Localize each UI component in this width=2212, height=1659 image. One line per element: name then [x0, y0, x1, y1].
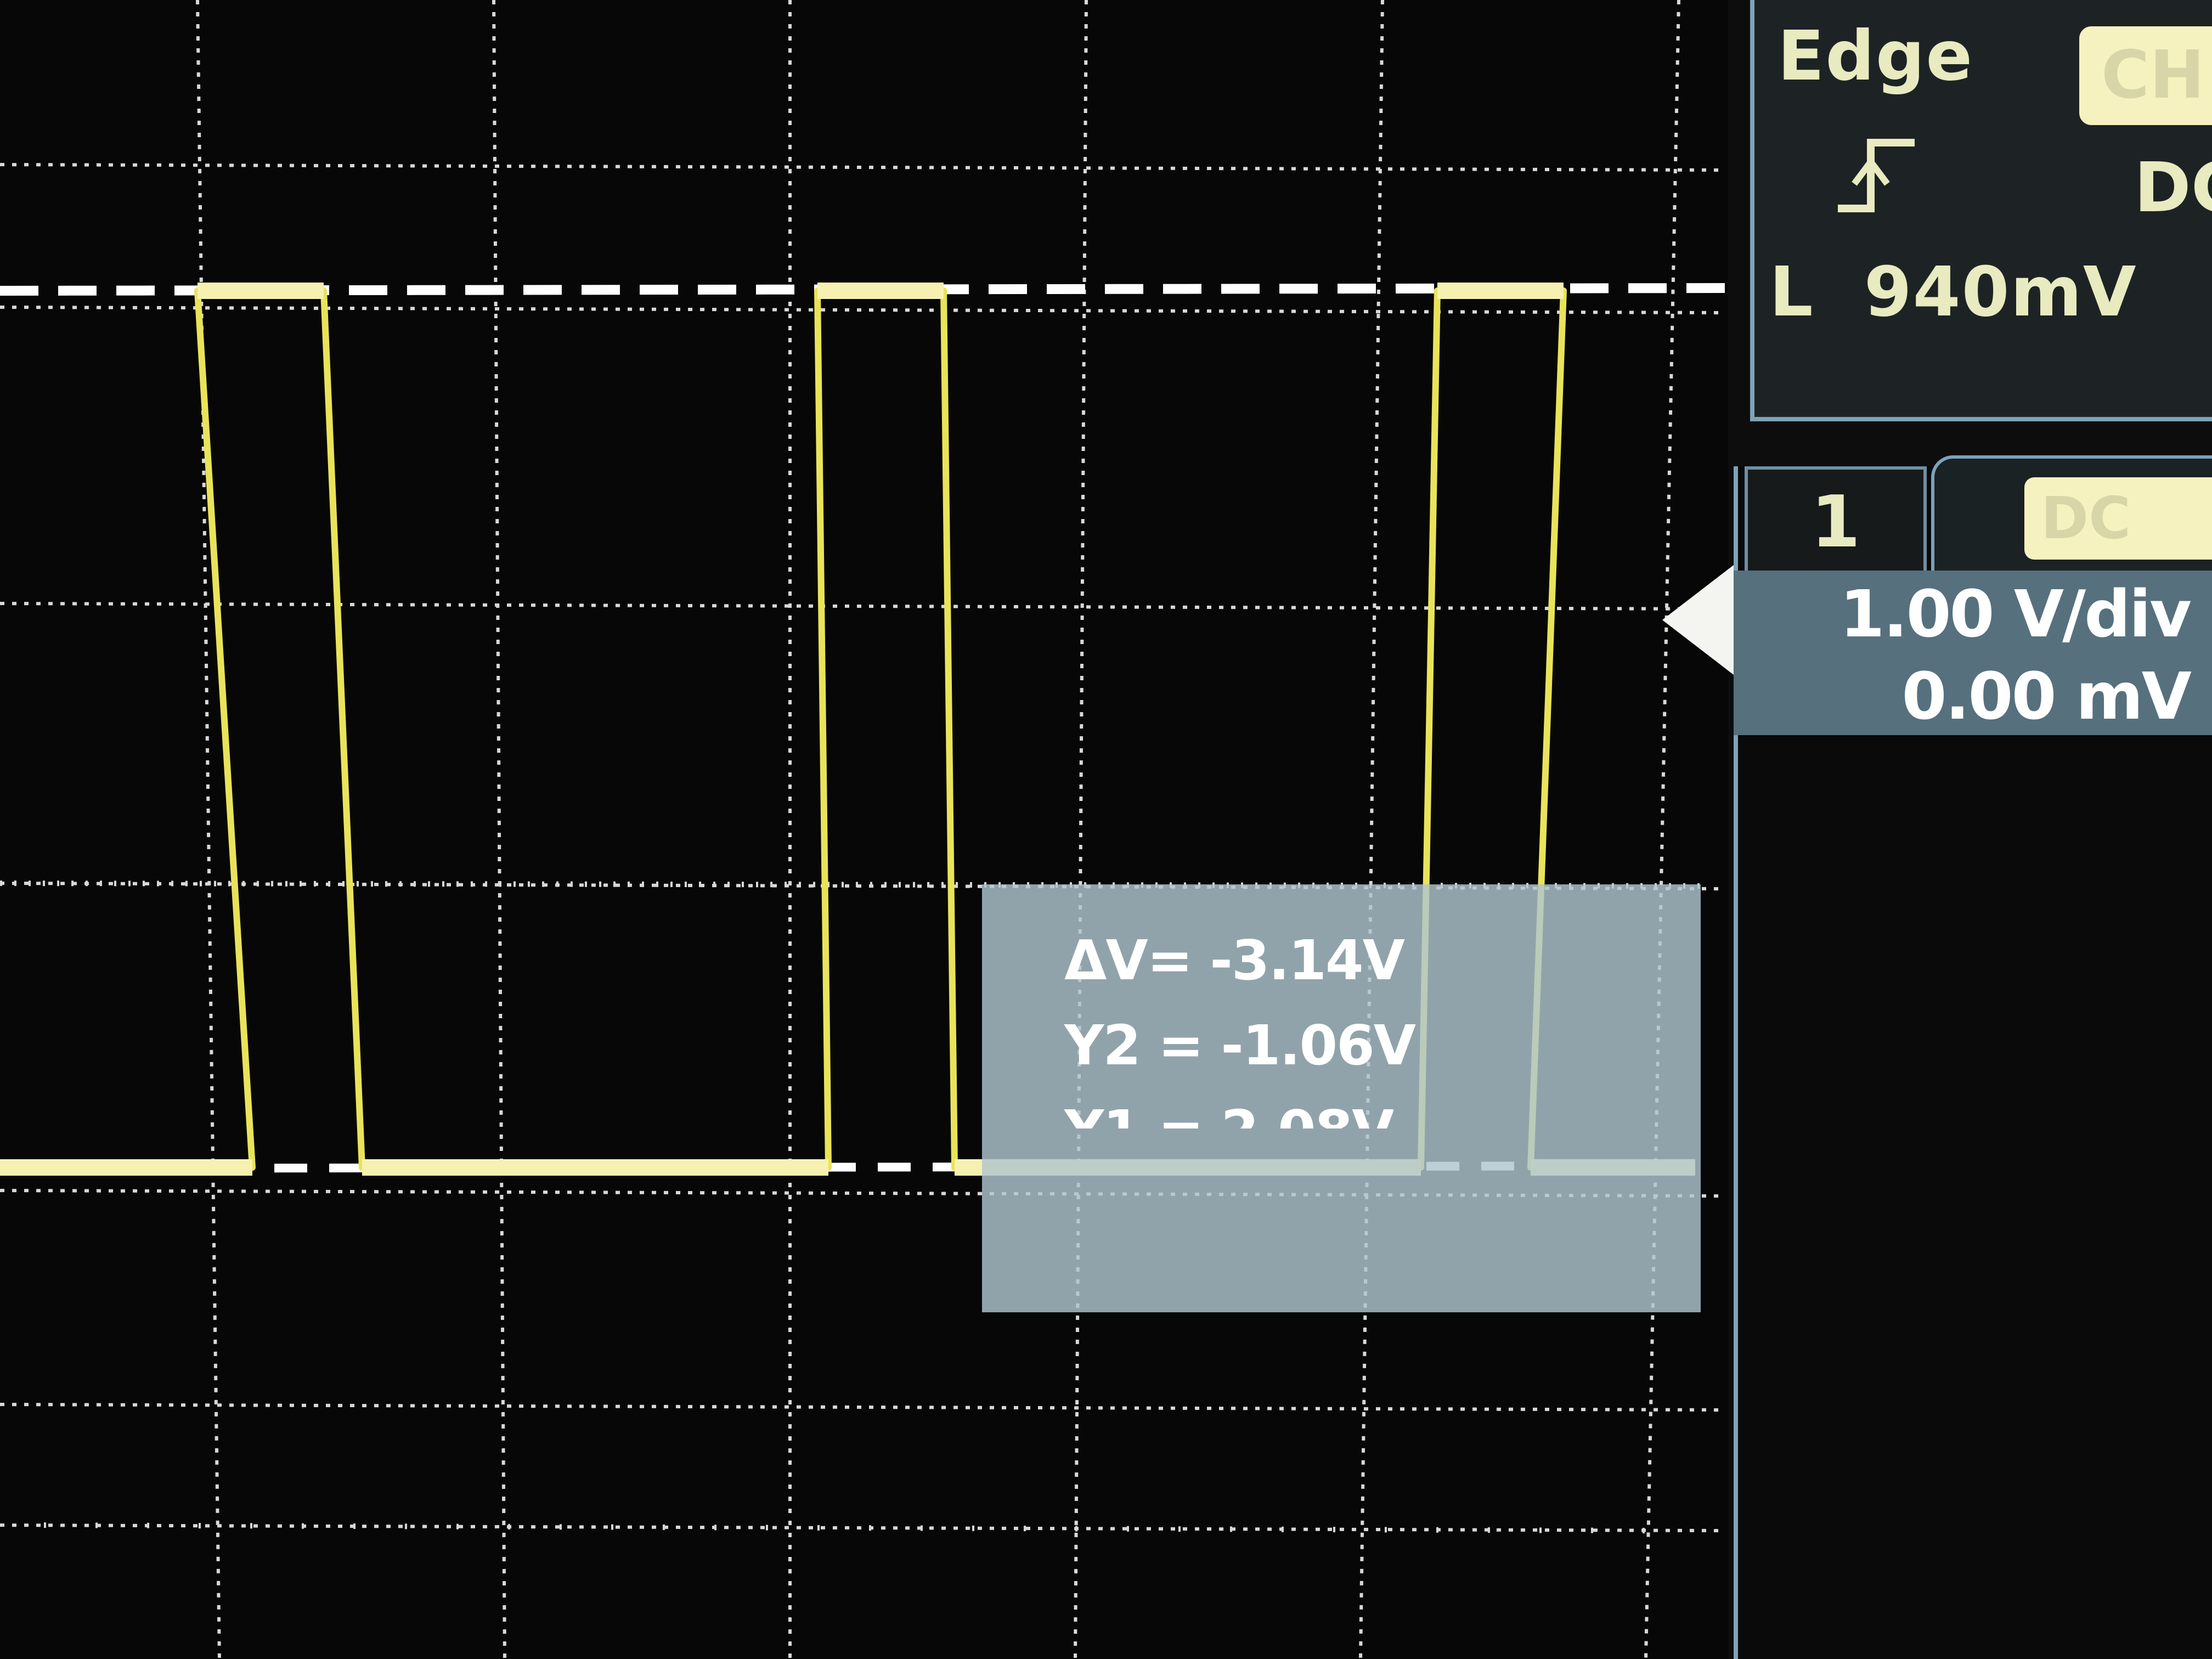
channel-ground-marker[interactable] — [1662, 565, 1734, 675]
trigger-coupling: DC — [2134, 148, 2212, 228]
trigger-level: L 940mV — [1769, 252, 2137, 332]
channel-tab[interactable]: 1 — [1745, 466, 1927, 574]
y2-readout: Y2 = -1.06V — [1064, 1013, 1416, 1077]
grid-line-vertical — [196, 0, 221, 1659]
graticule-grid — [0, 0, 1723, 1659]
grid-line-horizontal — [0, 602, 1723, 611]
y1-readout: Y1 = 2.08V — [1064, 1098, 1393, 1128]
grid-line-horizontal — [0, 163, 1723, 172]
trigger-level-prefix: L — [1769, 252, 1814, 332]
grid-line-horizontal — [0, 1403, 1723, 1412]
grid-line-horizontal — [0, 306, 1723, 314]
grid-line-vertical — [1644, 0, 1680, 1659]
rising-edge-icon — [1838, 139, 1915, 212]
trigger-source-badge[interactable]: CH — [2079, 26, 2212, 125]
cursor-readout-box: ΔV= -3.14V Y2 = -1.06V Y1 = 2.08V — [982, 884, 1701, 1312]
trigger-mode-label: Edge — [1778, 16, 1974, 96]
channel-scale: 1.00 V/div — [1839, 576, 2192, 652]
channel-coupling-badge[interactable]: DC 1M — [2024, 477, 2212, 634]
grid-line-vertical — [1074, 0, 1088, 1659]
channel-offset: 0.00 mV — [1901, 658, 2192, 734]
trigger-level-value: 940mV — [1864, 252, 2137, 332]
grid-line-vertical — [492, 0, 506, 1659]
delta-v-readout: ΔV= -3.14V — [1064, 928, 1405, 992]
grid-line-horizontal — [0, 1523, 1723, 1532]
